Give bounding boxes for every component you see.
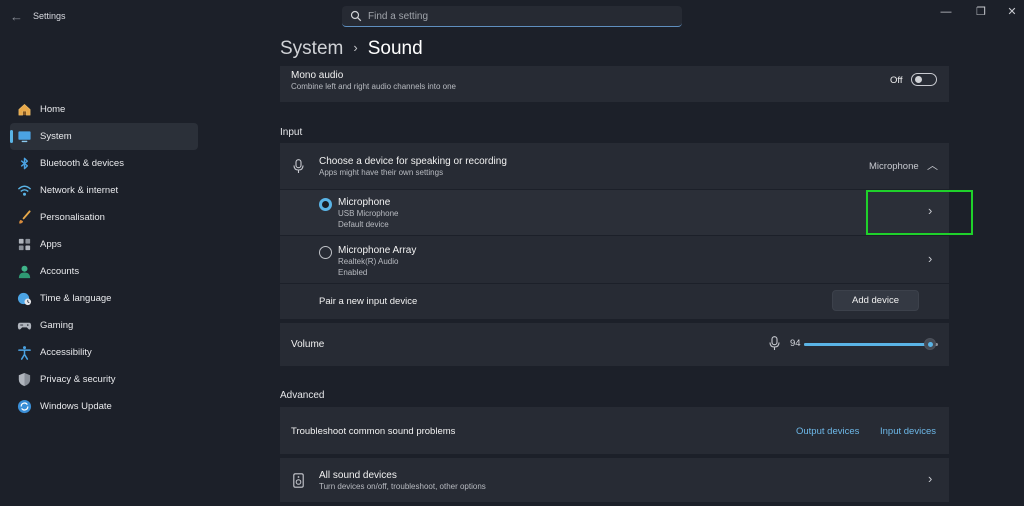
sidebar-item-apps[interactable]: Apps: [10, 231, 198, 258]
sidebar-item-label: Time & language: [40, 293, 112, 304]
pair-input-device-row: Pair a new input device Add device: [280, 284, 949, 319]
all-sound-devices-row[interactable]: All sound devices Turn devices on/off, t…: [280, 458, 949, 502]
highlight-box: [866, 190, 973, 235]
sidebar-item-label: Privacy & security: [40, 374, 116, 385]
input-devices-link[interactable]: Input devices: [880, 426, 936, 437]
microphone-icon: [293, 159, 304, 173]
accessibility-icon: [18, 346, 31, 360]
input-section-header: Input: [280, 127, 303, 138]
sidebar-item-gaming[interactable]: Gaming: [10, 312, 198, 339]
volume-card: Volume 94: [280, 323, 949, 366]
sidebar-item-privacy[interactable]: Privacy & security: [10, 366, 198, 393]
update-icon: [17, 399, 32, 414]
add-device-button[interactable]: Add device: [832, 290, 919, 311]
device-status: Enabled: [338, 268, 368, 277]
mono-audio-card: Mono audio Combine left and right audio …: [280, 66, 949, 102]
breadcrumb: System › Sound: [280, 38, 423, 60]
chooser-selected-device: Microphone: [869, 161, 919, 172]
shield-icon: [18, 372, 31, 387]
device-detail: USB Microphone: [338, 209, 399, 218]
sidebar-item-label: Network & internet: [40, 185, 119, 196]
sidebar-item-time-language[interactable]: Time & language: [10, 285, 198, 312]
advanced-section-header: Advanced: [280, 390, 325, 401]
sidebar-item-label: Accessibility: [40, 347, 92, 358]
back-arrow-icon[interactable]: ←: [10, 9, 23, 24]
device-name: Microphone: [338, 197, 391, 208]
device-status: Default device: [338, 220, 389, 229]
toggle-knob: [915, 76, 922, 83]
sidebar-item-label: Accounts: [40, 266, 80, 277]
chevron-right-icon[interactable]: ›: [928, 251, 932, 266]
sidebar-item-bluetooth[interactable]: Bluetooth & devices: [10, 150, 198, 177]
sidebar-item-label: Windows Update: [40, 401, 112, 412]
microphone-icon: [769, 336, 780, 350]
sidebar-item-network[interactable]: Network & internet: [10, 177, 198, 204]
device-radio-microphone[interactable]: [319, 198, 332, 211]
device-name: Microphone Array: [338, 245, 417, 256]
volume-slider[interactable]: [804, 336, 938, 352]
all-devices-title: All sound devices: [319, 470, 397, 481]
chooser-title: Choose a device for speaking or recordin…: [319, 156, 507, 167]
apps-icon: [18, 238, 31, 251]
sidebar-item-label: Bluetooth & devices: [40, 158, 124, 169]
sidebar-item-personalisation[interactable]: Personalisation: [10, 204, 198, 231]
mono-audio-toggle[interactable]: [911, 73, 937, 86]
minimize-button[interactable]: —: [936, 5, 956, 19]
mono-audio-subtitle: Combine left and right audio channels in…: [291, 82, 456, 91]
restore-button[interactable]: ❐: [971, 5, 991, 19]
device-detail: Realtek(R) Audio: [338, 257, 399, 266]
sidebar-item-label: Gaming: [40, 320, 74, 331]
sidebar-item-home[interactable]: Home: [10, 96, 198, 123]
search-input[interactable]: [368, 8, 668, 24]
slider-thumb[interactable]: [924, 338, 936, 350]
chooser-subtitle: Apps might have their own settings: [319, 168, 444, 177]
breadcrumb-separator-icon: ›: [353, 40, 358, 55]
input-device-chooser[interactable]: Choose a device for speaking or recordin…: [280, 143, 949, 189]
slider-thumb-dot: [928, 342, 933, 347]
sidebar-item-accounts[interactable]: Accounts: [10, 258, 198, 285]
sidebar-item-label: System: [40, 131, 72, 142]
sidebar-item-label: Personalisation: [40, 212, 105, 223]
volume-label: Volume: [291, 339, 325, 350]
speaker-device-icon: [293, 473, 304, 488]
search-box[interactable]: [342, 6, 682, 27]
troubleshoot-label: Troubleshoot common sound problems: [291, 426, 456, 437]
troubleshoot-card: Troubleshoot common sound problems Outpu…: [280, 407, 949, 454]
gamepad-icon: [17, 322, 32, 330]
wifi-icon: [17, 185, 32, 196]
search-icon: [350, 10, 362, 22]
sidebar-item-accessibility[interactable]: Accessibility: [10, 339, 198, 366]
bluetooth-icon: [20, 157, 29, 170]
sidebar-item-windows-update[interactable]: Windows Update: [10, 393, 198, 420]
slider-fill: [804, 343, 930, 346]
sidebar-item-label: Apps: [40, 239, 62, 250]
home-icon: [18, 103, 31, 116]
breadcrumb-parent[interactable]: System: [280, 38, 343, 59]
person-icon: [18, 265, 31, 279]
pair-device-label: Pair a new input device: [319, 296, 418, 307]
chevron-up-icon[interactable]: ︿: [927, 157, 938, 173]
mono-audio-title: Mono audio: [291, 70, 344, 81]
volume-value: 94: [790, 338, 801, 349]
chevron-right-icon[interactable]: ›: [928, 471, 932, 486]
mono-audio-state: Off: [890, 75, 903, 86]
brush-icon: [19, 210, 31, 224]
title-bar: ← Settings — ❐ ✕: [0, 0, 1024, 34]
close-button[interactable]: ✕: [1002, 5, 1022, 19]
app-title: Settings: [33, 11, 66, 21]
sidebar-item-label: Home: [40, 104, 66, 115]
device-row-microphone[interactable]: Microphone USB Microphone Default device…: [280, 190, 949, 235]
page-title: Sound: [367, 38, 423, 59]
globe-clock-icon: [17, 292, 32, 306]
device-radio-microphone-array[interactable]: [319, 246, 332, 259]
all-devices-subtitle: Turn devices on/off, troubleshoot, other…: [319, 482, 486, 491]
sidebar-nav: Home System Bluetooth & devices Network …: [10, 96, 198, 420]
output-devices-link[interactable]: Output devices: [796, 426, 859, 437]
device-row-microphone-array[interactable]: Microphone Array Realtek(R) Audio Enable…: [280, 236, 949, 283]
system-icon: [18, 131, 31, 143]
sidebar-item-system[interactable]: System: [10, 123, 198, 150]
